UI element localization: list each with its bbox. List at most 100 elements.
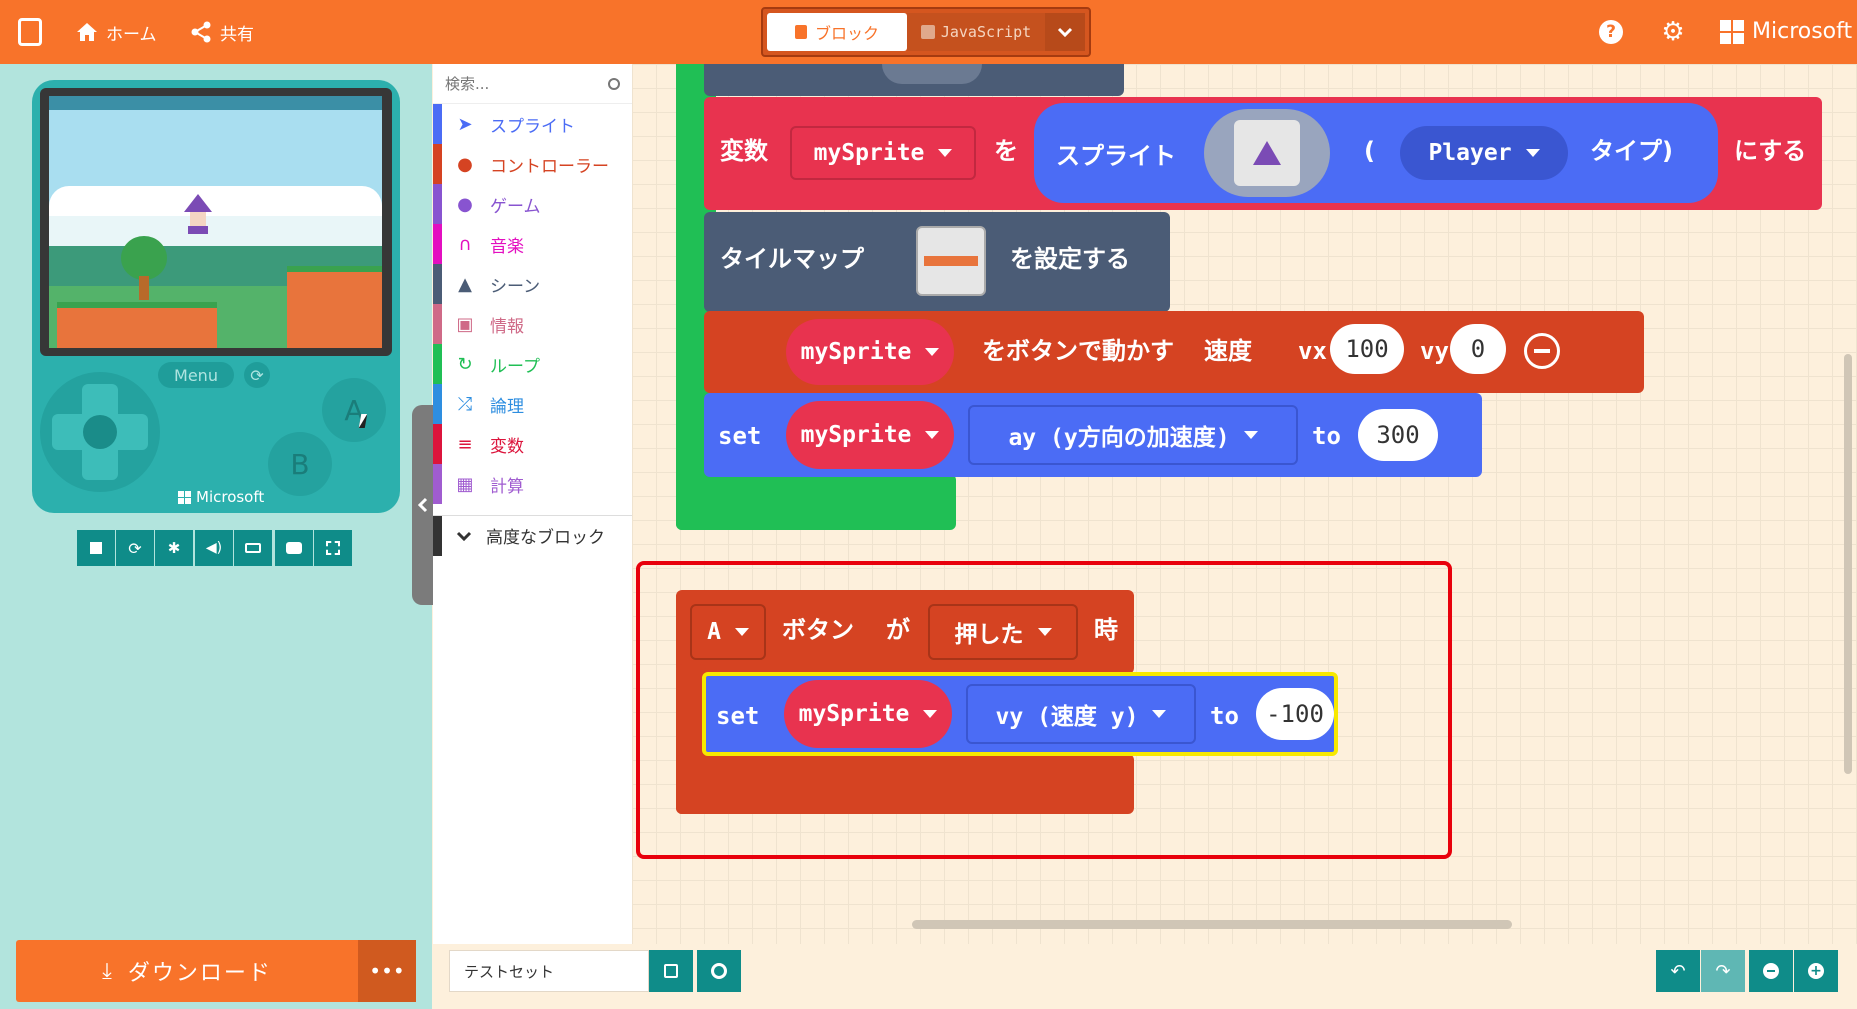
a-button[interactable]: A — [322, 378, 386, 442]
set-variable-keyword: 変数 — [720, 137, 768, 165]
mute-button[interactable]: ◀) — [195, 530, 233, 566]
set-variable-block[interactable]: 変数 mySprite を スプライト ( Player タイプ) にする — [704, 97, 1822, 210]
set-vy-to: to — [1210, 702, 1239, 730]
save-button[interactable] — [649, 950, 693, 992]
screenshot-button[interactable] — [275, 530, 313, 566]
save-icon — [664, 964, 678, 978]
vy-value-input[interactable]: -100 — [1256, 688, 1334, 740]
download-main[interactable]: ⤓ ダウンロード — [16, 940, 358, 1002]
ay-property-dropdown[interactable]: ay (y方向の加速度) — [968, 405, 1298, 465]
dpad[interactable] — [40, 372, 160, 492]
download-button[interactable]: ⤓ ダウンロード ••• — [16, 940, 416, 1002]
action-value: 押した — [954, 622, 1024, 648]
vy-property-dropdown[interactable]: vy (速度 y) — [966, 684, 1196, 744]
stop-button[interactable] — [77, 530, 115, 566]
toolbox-category[interactable]: ▦ 計算 — [433, 464, 632, 504]
toolbox-category[interactable]: ● コントローラー — [433, 144, 632, 184]
project-name-input[interactable]: テストセット — [449, 950, 649, 992]
category-label: 論理 — [490, 396, 524, 417]
toolbox-category[interactable]: ▲ シーン — [433, 264, 632, 304]
b-button[interactable]: B — [268, 432, 332, 496]
keyboard-button[interactable] — [234, 530, 272, 566]
category-color-bar — [433, 144, 442, 184]
reset-button[interactable]: ⟳ — [244, 362, 270, 388]
redo-button[interactable]: ↷ — [1701, 950, 1745, 992]
github-button[interactable] — [697, 950, 741, 992]
advanced-blocks-label: 高度なブロック — [486, 528, 605, 548]
windows-icon — [1720, 19, 1744, 44]
set-tilemap-block[interactable]: タイルマップ を設定する — [704, 212, 1170, 312]
dropdown-arrow-icon — [734, 628, 749, 636]
block-workspace[interactable]: 変数 mySprite を スプライト ( Player タイプ) にする タイ… — [632, 64, 1857, 944]
microsoft-logo[interactable]: Microsoft — [1720, 19, 1852, 44]
vy-value: 0 — [1470, 335, 1486, 363]
zoom-in-button[interactable]: + — [1794, 950, 1838, 992]
help-icon[interactable]: ? — [1599, 20, 1623, 44]
toolbox-category[interactable]: ↻ ループ — [433, 344, 632, 384]
fullscreen-button[interactable] — [314, 530, 352, 566]
toolbox-category[interactable]: ⤮ 論理 — [433, 384, 632, 424]
editor-dropdown-button[interactable] — [1045, 13, 1085, 51]
undo-button[interactable]: ↶ — [1656, 950, 1700, 992]
toolbox-category[interactable]: ➤ スプライト — [433, 104, 632, 144]
download-more-button[interactable]: ••• — [358, 940, 416, 1002]
button-value: A — [707, 619, 721, 645]
vx-input[interactable]: 100 — [1330, 324, 1404, 374]
menu-label: Menu — [174, 365, 218, 385]
game-screen[interactable] — [49, 96, 382, 348]
tab-blocks[interactable]: ブロック — [767, 13, 907, 51]
tilemap-image-field[interactable] — [916, 226, 986, 296]
shuffle-icon: ⤮ — [457, 393, 473, 415]
menu-button[interactable]: Menu — [158, 362, 234, 388]
ay-value-input[interactable]: 300 — [1358, 409, 1438, 461]
set-ay-block[interactable]: set mySprite ay (y方向の加速度) to 300 — [704, 393, 1482, 477]
share-button[interactable]: 共有 — [190, 18, 254, 46]
action-dropdown[interactable]: 押した — [928, 604, 1078, 660]
restart-icon: ⟳ — [128, 538, 142, 558]
dropdown-arrow-icon — [1037, 628, 1052, 636]
move-sprite-dropdown[interactable]: mySprite — [786, 319, 954, 385]
sprite-image-field[interactable] — [1204, 109, 1330, 197]
category-label: ループ — [490, 356, 540, 377]
button-dropdown[interactable]: A — [690, 604, 766, 660]
set-vy-sprite-dropdown[interactable]: mySprite — [784, 680, 952, 748]
toolbox-category[interactable]: ● ゲーム — [433, 184, 632, 224]
puzzle-icon — [794, 25, 807, 39]
debug-button[interactable]: ✱ — [155, 530, 193, 566]
advanced-blocks-toggle[interactable]: 高度なブロック — [433, 515, 632, 556]
vy-input[interactable]: 0 — [1450, 324, 1506, 374]
home-button[interactable]: ホーム — [76, 18, 157, 46]
remove-parameter-icon[interactable] — [1524, 333, 1560, 369]
dropdown-arrow-icon — [1243, 431, 1258, 439]
console-brand-label: Microsoft — [196, 488, 265, 506]
b-label: B — [290, 447, 310, 481]
on-button-pressed-block[interactable]: A ボタン が 押した 時 — [676, 590, 1134, 674]
move-text: をボタンで動かす — [982, 337, 1174, 365]
app-logo-icon[interactable] — [18, 18, 42, 46]
zoom-out-button[interactable] — [1749, 950, 1793, 992]
share-icon — [191, 21, 211, 43]
set-vy-block[interactable]: set mySprite vy (速度 y) to -100 — [702, 672, 1338, 756]
variable-dropdown[interactable]: mySprite — [790, 126, 976, 180]
gear-icon[interactable]: ⚙ — [1660, 19, 1686, 45]
horizontal-scrollbar[interactable] — [912, 920, 1512, 929]
bug-icon: ✱ — [167, 539, 181, 557]
zoom-out-icon — [1763, 963, 1779, 979]
sprite-kind-dropdown[interactable]: Player — [1400, 126, 1568, 180]
toolbox-category[interactable]: ≡ 変数 — [433, 424, 632, 464]
tab-javascript[interactable]: JavaScript — [907, 13, 1045, 51]
search-placeholder: 検索... — [445, 75, 490, 93]
restart-button[interactable]: ⟳ — [116, 530, 154, 566]
tilemap-suffix: を設定する — [1010, 245, 1130, 273]
vertical-scrollbar[interactable] — [1844, 354, 1852, 774]
move-with-buttons-block[interactable]: mySprite をボタンで動かす 速度 vx 100 vy 0 — [704, 311, 1644, 393]
js-icon — [920, 25, 935, 39]
search-input[interactable]: 検索... — [433, 64, 632, 104]
set-ay-sprite-dropdown[interactable]: mySprite — [786, 401, 954, 469]
toolbox-category[interactable]: ∩ 音楽 — [433, 224, 632, 264]
collapse-simulator-button[interactable] — [412, 405, 434, 605]
keyboard-icon — [245, 543, 261, 553]
toolbox-category[interactable]: ▣ 情報 — [433, 304, 632, 344]
player-sprite — [184, 194, 212, 234]
list-icon: ≡ — [457, 433, 473, 455]
